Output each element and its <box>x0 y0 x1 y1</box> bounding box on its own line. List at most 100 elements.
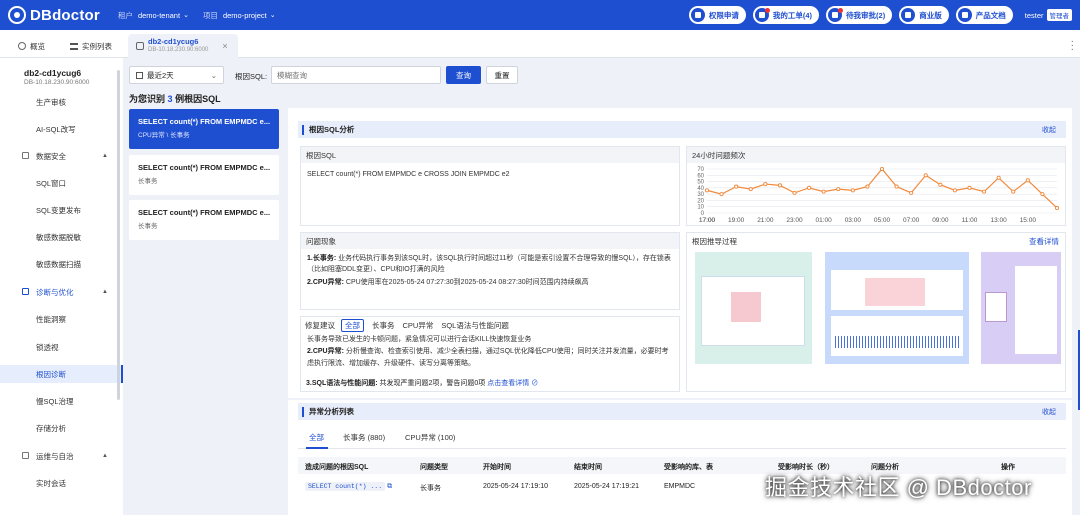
data-point <box>704 188 710 193</box>
time-range-select[interactable]: 最近2天 ⌄ <box>129 66 224 84</box>
tab-instances[interactable]: 实例列表 <box>70 34 112 58</box>
tab-overview[interactable]: 概览 <box>18 34 45 58</box>
root-sql-search-input[interactable] <box>271 66 441 84</box>
x-tick-label: 11:00 <box>962 217 978 224</box>
panel-title: 根因SQL <box>306 150 337 160</box>
sidebar-item-label: 生产审核 <box>36 97 66 107</box>
tenant-select[interactable]: 租户 demo-tenant ⌄ <box>118 10 203 21</box>
summary-heading: 为您识别 3 例根因SQL <box>129 92 221 105</box>
close-icon[interactable]: × <box>222 41 227 51</box>
sidebar-scrollbar[interactable] <box>117 70 120 400</box>
row-type: 长事务 <box>420 485 441 492</box>
sidebar-item-storage[interactable]: 存储分析 <box>0 420 123 436</box>
view-details-link[interactable]: 查看详情 <box>1029 236 1059 247</box>
product-docs-button[interactable]: 产品文档 <box>955 6 1013 24</box>
y-tick-label: 20 <box>697 198 704 204</box>
root-sql-panel: 根因SQL SELECT count(*) FROM EMPMDC e CROS… <box>300 146 680 226</box>
more-vertical-icon[interactable]: · · · <box>1071 37 1074 55</box>
shield-icon <box>22 152 29 159</box>
sidebar-item-slow-sql[interactable]: 慢SQL治理 <box>0 393 123 409</box>
root-sql-card[interactable]: SELECT count(*) FROM EMPMDC e... 长事务 <box>129 200 279 240</box>
data-point <box>821 189 826 194</box>
app-logo[interactable]: DBdoctor <box>8 6 100 24</box>
sidebar-item-data-masking[interactable]: 敏感数据脱敏 <box>0 229 123 245</box>
my-tickets-button[interactable]: 我的工单(4) <box>752 6 820 24</box>
derivation-thumbnail-1[interactable] <box>695 252 812 364</box>
query-button[interactable]: 查询 <box>446 66 481 84</box>
sidebar-item-data-scan[interactable]: 敏感数据扫描 <box>0 256 123 272</box>
root-sql-card[interactable]: SELECT count(*) FROM EMPMDC e... 长事务 <box>129 155 279 195</box>
phenomenon-head: 1.长事务: <box>307 255 337 262</box>
sidebar-group-label: 运维与自治 <box>36 451 74 461</box>
chip-all[interactable]: 全部 <box>341 318 364 332</box>
sidebar-item-label: 锁透视 <box>36 342 59 352</box>
permission-request-button[interactable]: 权限申请 <box>688 6 746 24</box>
derivation-thumbnail-2[interactable] <box>825 252 969 364</box>
data-point <box>923 173 928 178</box>
sidebar-group-label: 诊断与优化 <box>36 287 74 297</box>
advice-head: 3.SQL语法与性能问题: <box>306 380 378 387</box>
data-point <box>777 183 782 188</box>
advice-text: 分析慢查询、检查索引使用、减少全表扫描，通过SQL优化降低CPU使用；同时关注并… <box>307 348 669 367</box>
collapse-link[interactable]: 收起 <box>1042 407 1056 417</box>
sidebar-item-production-audit[interactable]: 生产审核 <box>0 94 123 110</box>
sidebar-group-ops[interactable]: 运维与自治 ▲ <box>0 448 123 464</box>
root-sql-card[interactable]: SELECT count(*) FROM EMPMDC e... CPU异常 \ … <box>129 109 279 149</box>
phenomenon-text: 业务代码执行事务到该SQL时，该SQL执行时间超过11秒（可能是索引设置不合理导… <box>307 255 671 273</box>
panel-header: 问题现象 <box>301 233 679 249</box>
row-end: 2025-05-24 17:19:21 <box>574 483 639 490</box>
chevron-down-icon: ⌄ <box>269 12 276 19</box>
chip-long-transaction[interactable]: 长事务 <box>372 320 395 331</box>
sidebar-item-root-cause[interactable]: 根因诊断 <box>0 365 123 383</box>
tab-all[interactable]: 全部 <box>309 432 324 443</box>
copy-icon[interactable]: ⧉ <box>387 483 392 490</box>
chip-sql-syntax[interactable]: SQL语法与性能问题 <box>441 320 509 331</box>
project-select[interactable]: 项目 demo-project ⌄ <box>203 10 290 21</box>
sidebar-item-ai-sql[interactable]: AI-SQL改写 <box>0 121 123 137</box>
project-value: demo-project <box>222 10 267 20</box>
reset-button[interactable]: 重置 <box>486 66 518 84</box>
button-label: 商业版 <box>919 10 942 20</box>
tab-active-instance[interactable]: db2-cd1ycug6 DB-10.18.230.90:6000 × <box>128 34 238 58</box>
tab-long-transaction[interactable]: 长事务 (880) <box>343 432 385 443</box>
card-sql: SELECT count(*) FROM EMPMDC e... <box>138 117 270 126</box>
collapse-link[interactable]: 收起 <box>1042 125 1056 135</box>
sidebar-group-security[interactable]: 数据安全 ▲ <box>0 148 123 164</box>
row-sql[interactable]: SELECT count(*) ... <box>305 482 386 491</box>
data-point <box>807 185 812 190</box>
card-tag: 长事务 <box>138 178 158 185</box>
pending-approval-button[interactable]: 待我审批(2) <box>826 6 893 24</box>
ops-icon <box>22 452 29 459</box>
x-tick-label: 07:00 <box>903 217 920 224</box>
sidebar-item-label: 存储分析 <box>36 423 66 433</box>
chip-cpu[interactable]: CPU异常 <box>403 320 434 331</box>
sidebar-item-sql-release[interactable]: SQL变更发布 <box>0 202 123 218</box>
sidebar-item-label: 敏感数据脱敏 <box>36 232 81 242</box>
panel-title: 根因推导过程 <box>692 236 737 246</box>
sidebar-item-label: 实时会话 <box>36 478 66 488</box>
sidebar-item-label: 根因诊断 <box>36 369 66 379</box>
sidebar-item-performance[interactable]: 性能洞察 <box>0 311 123 327</box>
chevron-up-icon: ▲ <box>102 289 108 295</box>
card-sql: SELECT count(*) FROM EMPMDC e... <box>138 208 270 217</box>
panel-header: 根因推导过程 查看详情 <box>687 233 1065 249</box>
column-header: 问题类型 <box>420 464 448 471</box>
advice-text: 共发现严重问题2项，警告问题0项 <box>377 380 486 387</box>
y-tick-label: 10 <box>697 205 704 211</box>
summary-prefix: 为您识别 <box>129 94 166 104</box>
sidebar-db-address: DB-10.18.230.90:6000 <box>24 79 90 86</box>
derivation-thumbnail-3[interactable] <box>981 252 1061 364</box>
sidebar-group-diagnosis[interactable]: 诊断与优化 ▲ <box>0 284 123 300</box>
commercial-edition-button[interactable]: 商业版 <box>899 6 949 24</box>
sidebar-item-sql-window[interactable]: SQL窗口 <box>0 175 123 191</box>
app-title: DBdoctor <box>30 6 100 24</box>
user-menu[interactable]: tester 管理者 <box>1025 9 1072 21</box>
sidebar: db2-cd1ycug6 DB-10.18.230.90:6000 生产审核 A… <box>0 58 123 515</box>
panel-title: 24小时问题频次 <box>692 150 746 160</box>
tab-cpu[interactable]: CPU异常 (100) <box>405 432 455 443</box>
sidebar-item-lock[interactable]: 锁透视 <box>0 339 123 355</box>
tenant-value: demo-tenant <box>137 10 181 20</box>
sidebar-item-realtime-session[interactable]: 实时会话 <box>0 475 123 491</box>
section-title: 根因SQL分析 <box>309 125 355 134</box>
view-details-link[interactable]: 点击查看详情 <box>487 380 529 387</box>
